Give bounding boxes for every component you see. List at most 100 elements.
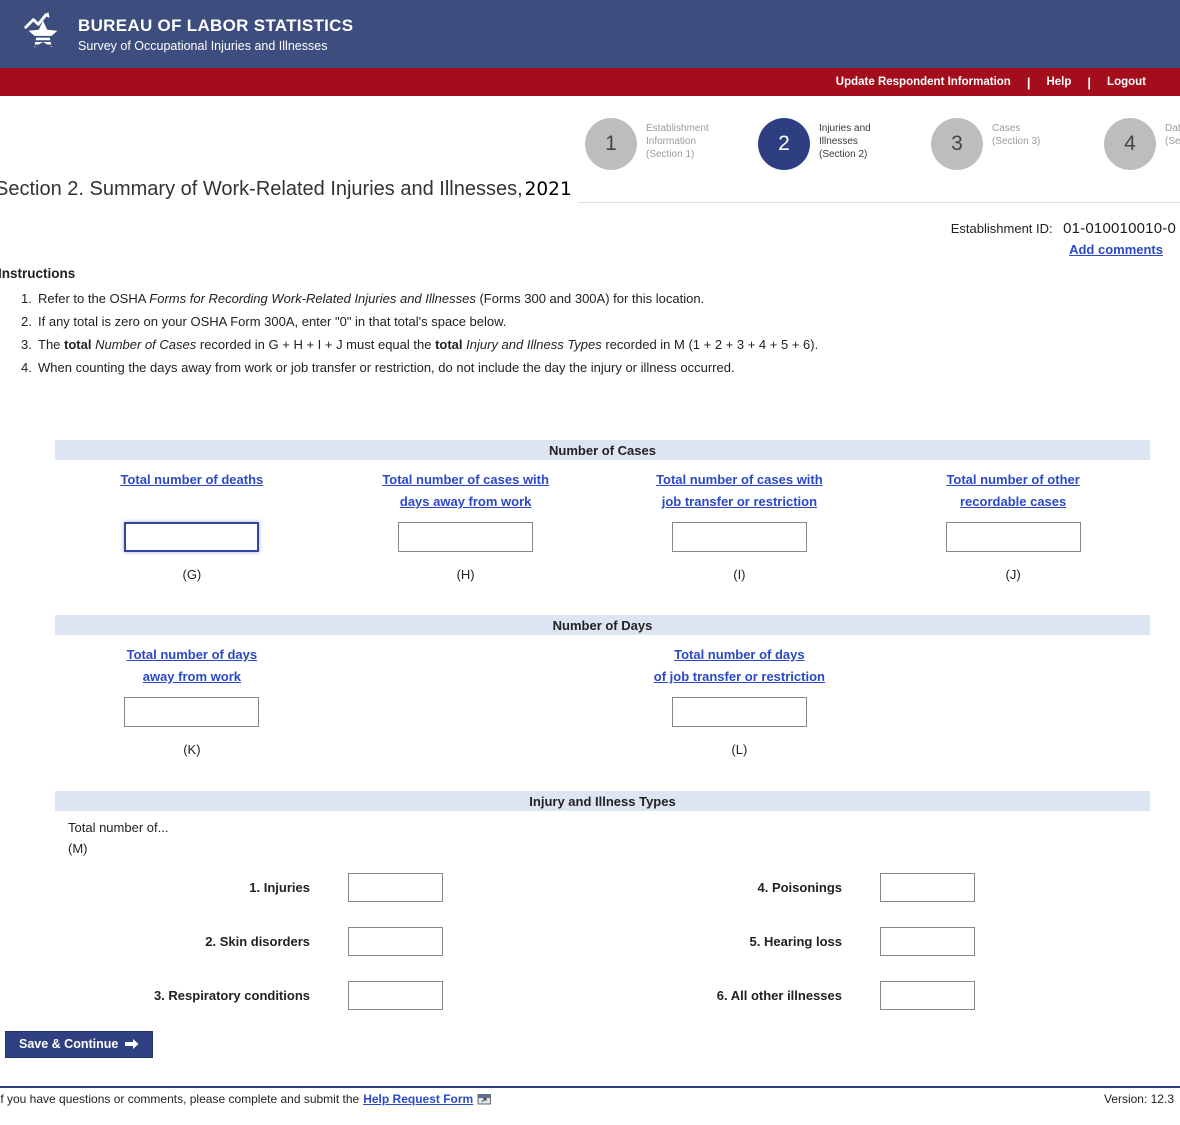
days-spacer-column [876,635,1150,757]
other-recordable-link[interactable]: recordable cases [960,494,1066,509]
top-nav-bar: Update Respondent Information | Help | L… [0,68,1180,96]
days-column-job-transfer: Total number of days of job transfer or … [603,635,877,757]
skin-disorders-label: 2. Skin disorders [55,934,310,949]
types-intro-text: Total number of... [68,817,1150,838]
establishment-id-value: 01-010010010-0 [1063,220,1176,237]
cases-days-away-link[interactable]: days away from work [400,494,532,509]
establishment-id-row: Establishment ID: 01-010010010-0 [951,220,1176,238]
survey-year: 2021 [525,179,572,200]
column-letter-H: (H) [457,567,475,582]
step-4-circle: 4 [1104,118,1156,170]
cases-job-transfer-link[interactable]: Total number of cases with [656,472,823,487]
help-link[interactable]: Help [1046,76,1071,88]
instruction-item: 3. The total Number of Cases recorded in… [0,336,1180,353]
other-recordable-input[interactable] [946,522,1081,552]
step-2-circle: 2 [758,118,810,170]
nav-separator: | [1087,75,1091,90]
step-injuries-illnesses[interactable]: 2 Injuries and Illnesses (Section 2) [758,118,897,170]
arrow-right-icon [125,1038,139,1050]
injuries-input[interactable] [348,873,443,902]
days-job-transfer-link[interactable]: Total number of days [674,647,805,662]
instruction-number: 2. [21,313,38,330]
hearing-loss-input[interactable] [880,927,975,956]
logout-link[interactable]: Logout [1107,76,1146,88]
main-content: 1 Establishment Information (Section 1) … [0,96,1180,1125]
step-label-line: (Section 3) [992,135,1070,148]
new-window-icon [477,1093,492,1105]
instruction-item: 4. When counting the days away from work… [0,359,1180,376]
respiratory-conditions-label: 3. Respiratory conditions [55,988,310,1003]
respiratory-conditions-input[interactable] [348,981,443,1010]
days-away-link[interactable]: Total number of days [127,647,258,662]
step-cases[interactable]: 3 Cases (Section 3) [931,118,1070,170]
types-left-column: 1. Injuries 2. Skin disorders 3. Respira… [55,873,587,1035]
column-letter-K: (K) [183,742,200,757]
step-establishment-information[interactable]: 1 Establishment Information (Section 1) [585,118,724,170]
instructions-heading: Instructions [0,266,1180,281]
add-comments-link[interactable]: Add comments [1069,242,1163,257]
type-row-all-other: 6. All other illnesses [587,981,1150,1010]
type-row-hearing-loss: 5. Hearing loss [587,927,1150,956]
step-label-line: Cases [992,122,1070,135]
poisonings-input[interactable] [880,873,975,902]
cases-column-days-away: Total number of cases with days away fro… [329,460,603,582]
skin-disorders-input[interactable] [348,927,443,956]
step-label-line: Information [646,135,724,148]
app-title: BUREAU OF LABOR STATISTICS [78,16,353,36]
other-recordable-link[interactable]: Total number of other [946,472,1079,487]
days-job-transfer-input[interactable] [672,697,807,727]
save-continue-button[interactable]: Save & Continue [5,1031,153,1058]
total-deaths-input[interactable] [124,522,259,552]
days-away-link[interactable]: away from work [143,669,241,684]
step-label-line: (Section 1) [646,148,724,161]
days-job-transfer-link[interactable]: of job transfer or restriction [654,669,825,684]
step-label-line: (Section 4) [1165,135,1180,148]
number-of-cases-section: Number of Cases Total number of deaths (… [55,440,1150,582]
step-3-circle: 3 [931,118,983,170]
cases-job-transfer-link[interactable]: job transfer or restriction [662,494,817,509]
cases-column-deaths: Total number of deaths (G) [55,460,329,582]
footer-divider [0,1086,1180,1088]
cases-days-away-input[interactable] [398,522,533,552]
step-label-line: Data Review [1165,122,1180,135]
injury-illness-types-section: Injury and Illness Types Total number of… [55,791,1150,1035]
total-deaths-link[interactable]: Total number of deaths [120,472,263,487]
step-data-review[interactable]: 4 Data Review (Section 4) [1104,118,1180,170]
poisonings-label: 4. Poisonings [587,880,842,895]
instruction-number: 1. [21,290,38,307]
hearing-loss-label: 5. Hearing loss [587,934,842,949]
step-1-circle: 1 [585,118,637,170]
help-request-form-link[interactable]: Help Request Form [363,1092,473,1106]
column-letter-M: (M) [68,838,1150,859]
number-of-days-band: Number of Days [55,615,1150,635]
instruction-text: The total Number of Cases recorded in G … [38,336,818,353]
progress-steps: 1 Establishment Information (Section 1) … [585,118,1180,170]
instruction-item: 2. If any total is zero on your OSHA For… [0,313,1180,330]
days-column-away: Total number of days away from work (K) [55,635,329,757]
cases-job-transfer-input[interactable] [672,522,807,552]
cases-days-away-link[interactable]: Total number of cases with [382,472,549,487]
step-label-line: Illnesses [819,135,897,148]
types-right-column: 4. Poisonings 5. Hearing loss 6. All oth… [587,873,1150,1035]
instruction-text: Refer to the OSHA Forms for Recording Wo… [38,290,704,307]
type-row-skin-disorders: 2. Skin disorders [55,927,587,956]
type-row-respiratory: 3. Respiratory conditions [55,981,587,1010]
cases-column-other-recordable: Total number of other recordable cases (… [876,460,1150,582]
instruction-item: 1. Refer to the OSHA Forms for Recording… [0,290,1180,307]
bls-logo-icon [20,11,66,57]
instruction-text: If any total is zero on your OSHA Form 3… [38,313,506,330]
instruction-number: 4. [21,359,38,376]
days-away-input[interactable] [124,697,259,727]
column-letter-L: (L) [731,742,747,757]
column-letter-I: (I) [733,567,745,582]
all-other-illnesses-label: 6. All other illnesses [587,988,842,1003]
update-respondent-link[interactable]: Update Respondent Information [836,76,1011,88]
all-other-illnesses-input[interactable] [880,981,975,1010]
number-of-days-section: Number of Days Total number of days away… [55,615,1150,757]
days-spacer-column [329,635,603,757]
column-letter-G: (G) [182,567,201,582]
instruction-text: When counting the days away from work or… [38,359,735,376]
step-label-line: (Section 2) [819,148,897,161]
step-label-line: Injuries and [819,122,897,135]
page-footer: If you have questions or comments, pleas… [0,1092,1180,1106]
